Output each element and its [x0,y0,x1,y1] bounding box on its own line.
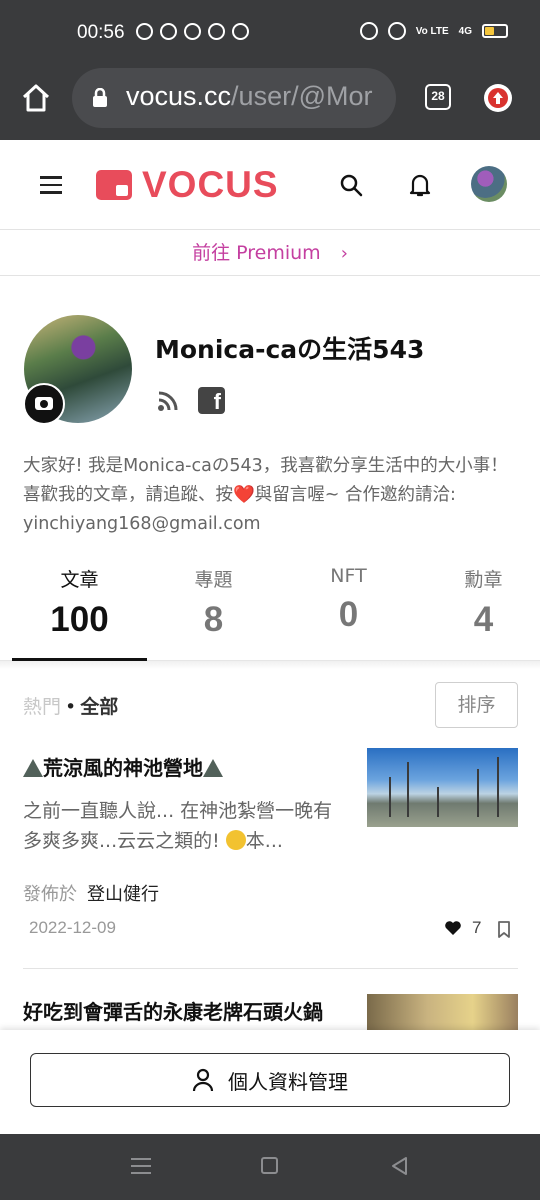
home-square-icon[interactable] [261,1157,278,1174]
bookmark-icon[interactable] [497,921,511,938]
skype-icon [232,23,249,40]
filter-separator: • [65,696,77,718]
article-category[interactable]: 登山健行 [87,884,159,905]
stat-value: 8 [203,600,224,639]
mountain-icon [23,759,43,777]
tab-topics[interactable]: 專題 8 [146,560,281,640]
url-host: vocus.cc [126,81,232,111]
mountain-icon [203,759,223,777]
system-navigation-bar [0,1134,540,1200]
heart-icon[interactable] [444,920,462,936]
messenger-icon [208,23,225,40]
lock-icon [93,88,107,107]
section-divider [0,661,540,669]
mute-icon [387,22,406,40]
alarm-notification-icon [160,23,177,40]
volte-label: Vo LTE [415,25,449,37]
logo-mark [96,170,132,200]
status-time: 00:56 [77,22,125,43]
recent-apps-icon[interactable] [131,1158,151,1174]
stat-value: 0 [338,595,359,634]
tab-nft[interactable]: NFT 0 [281,560,416,635]
heart-emoji: ❤️ [233,485,255,505]
tab-switcher-button[interactable]: 28 [425,84,451,110]
filter-row: 熱門 • 全部 [23,692,118,719]
sort-button[interactable]: 排序 [435,682,518,728]
tab-badges[interactable]: 勳章 4 [416,560,540,640]
premium-label: 前往 Premium [192,242,321,264]
stat-label: 文章 [60,569,99,591]
browser-toolbar: vocus.cc/user/@Mor 28 [0,64,540,140]
upload-icon[interactable] [484,84,512,112]
url-path: /user/@Mor [231,81,373,111]
stat-label: NFT [330,565,367,587]
article-divider [23,968,518,969]
facebook-icon[interactable]: f [198,387,225,414]
vocus-logo[interactable]: VOCUS [96,164,279,205]
article-date: 2022-12-09 [29,918,116,937]
article-thumbnail[interactable] [367,994,518,1030]
profile-management-label: 個人資料管理 [228,1069,348,1094]
address-bar[interactable]: vocus.cc/user/@Mor [72,68,396,128]
network-label: 4G [458,25,472,37]
home-icon[interactable] [20,82,52,114]
status-bar: 00:56 Vo LTE 4G [0,0,540,64]
filter-all[interactable]: 全部 [80,696,118,718]
notification-icons [136,23,249,40]
bottom-action-panel: 個人資料管理 [0,1030,540,1134]
excerpt-text: 之前一直聽人說... 在神池紮營一晚有多爽多爽...云云之類的! [23,800,333,852]
article-thumbnail[interactable] [367,748,518,827]
profile-stats-tabs: 文章 100 專題 8 NFT 0 勳章 4 [0,560,540,661]
filter-hot[interactable]: 熱門 [23,696,61,718]
user-avatar[interactable] [471,166,507,202]
article-title[interactable]: 好吃到會彈舌的永康老牌石頭火鍋 [23,996,323,1025]
back-icon[interactable] [390,1156,408,1176]
camera-icon[interactable] [23,383,65,425]
profile-management-button[interactable]: 個人資料管理 [30,1053,510,1107]
article-excerpt: 之前一直聽人說... 在神池紮營一晚有多爽多爽...云云之類的! 本... [23,796,348,856]
system-icons: Vo LTE 4G [359,22,508,40]
like-count: 7 [472,918,482,937]
tab-articles[interactable]: 文章 100 [12,560,147,640]
url-text: vocus.cc/user/@Mor [126,81,372,112]
stat-value: 100 [50,600,109,639]
person-icon [192,1068,214,1092]
app-notification-icon [136,23,153,40]
rss-icon[interactable] [157,390,179,412]
site-header: VOCUS [0,140,540,230]
profile-name: Monica-caの生活543 [155,335,425,364]
excerpt-tail: 本... [245,830,283,852]
alarm-icon [359,22,378,40]
article-published: 發佈於 登山健行 [23,880,159,906]
bell-icon[interactable] [408,172,432,198]
search-icon[interactable] [339,173,363,197]
article-title[interactable]: 荒涼風的神池營地 [23,752,223,781]
stat-label: 專題 [194,569,233,591]
thinking-emoji-icon [225,830,246,850]
premium-banner[interactable]: 前往 Premium › [0,231,540,276]
profile-bio: 大家好! 我是Monica-caの543，我喜歡分享生活中的大小事！喜歡我的文章… [23,452,523,539]
instagram-icon [184,23,201,40]
published-prefix: 發佈於 [23,884,77,905]
chevron-right-icon: › [340,243,348,264]
menu-icon[interactable] [40,176,62,194]
stat-label: 勳章 [464,569,503,591]
logo-text: VOCUS [142,164,279,205]
battery-icon [482,24,508,38]
stat-value: 4 [473,600,494,639]
article-title-text: 荒涼風的神池營地 [43,756,203,780]
